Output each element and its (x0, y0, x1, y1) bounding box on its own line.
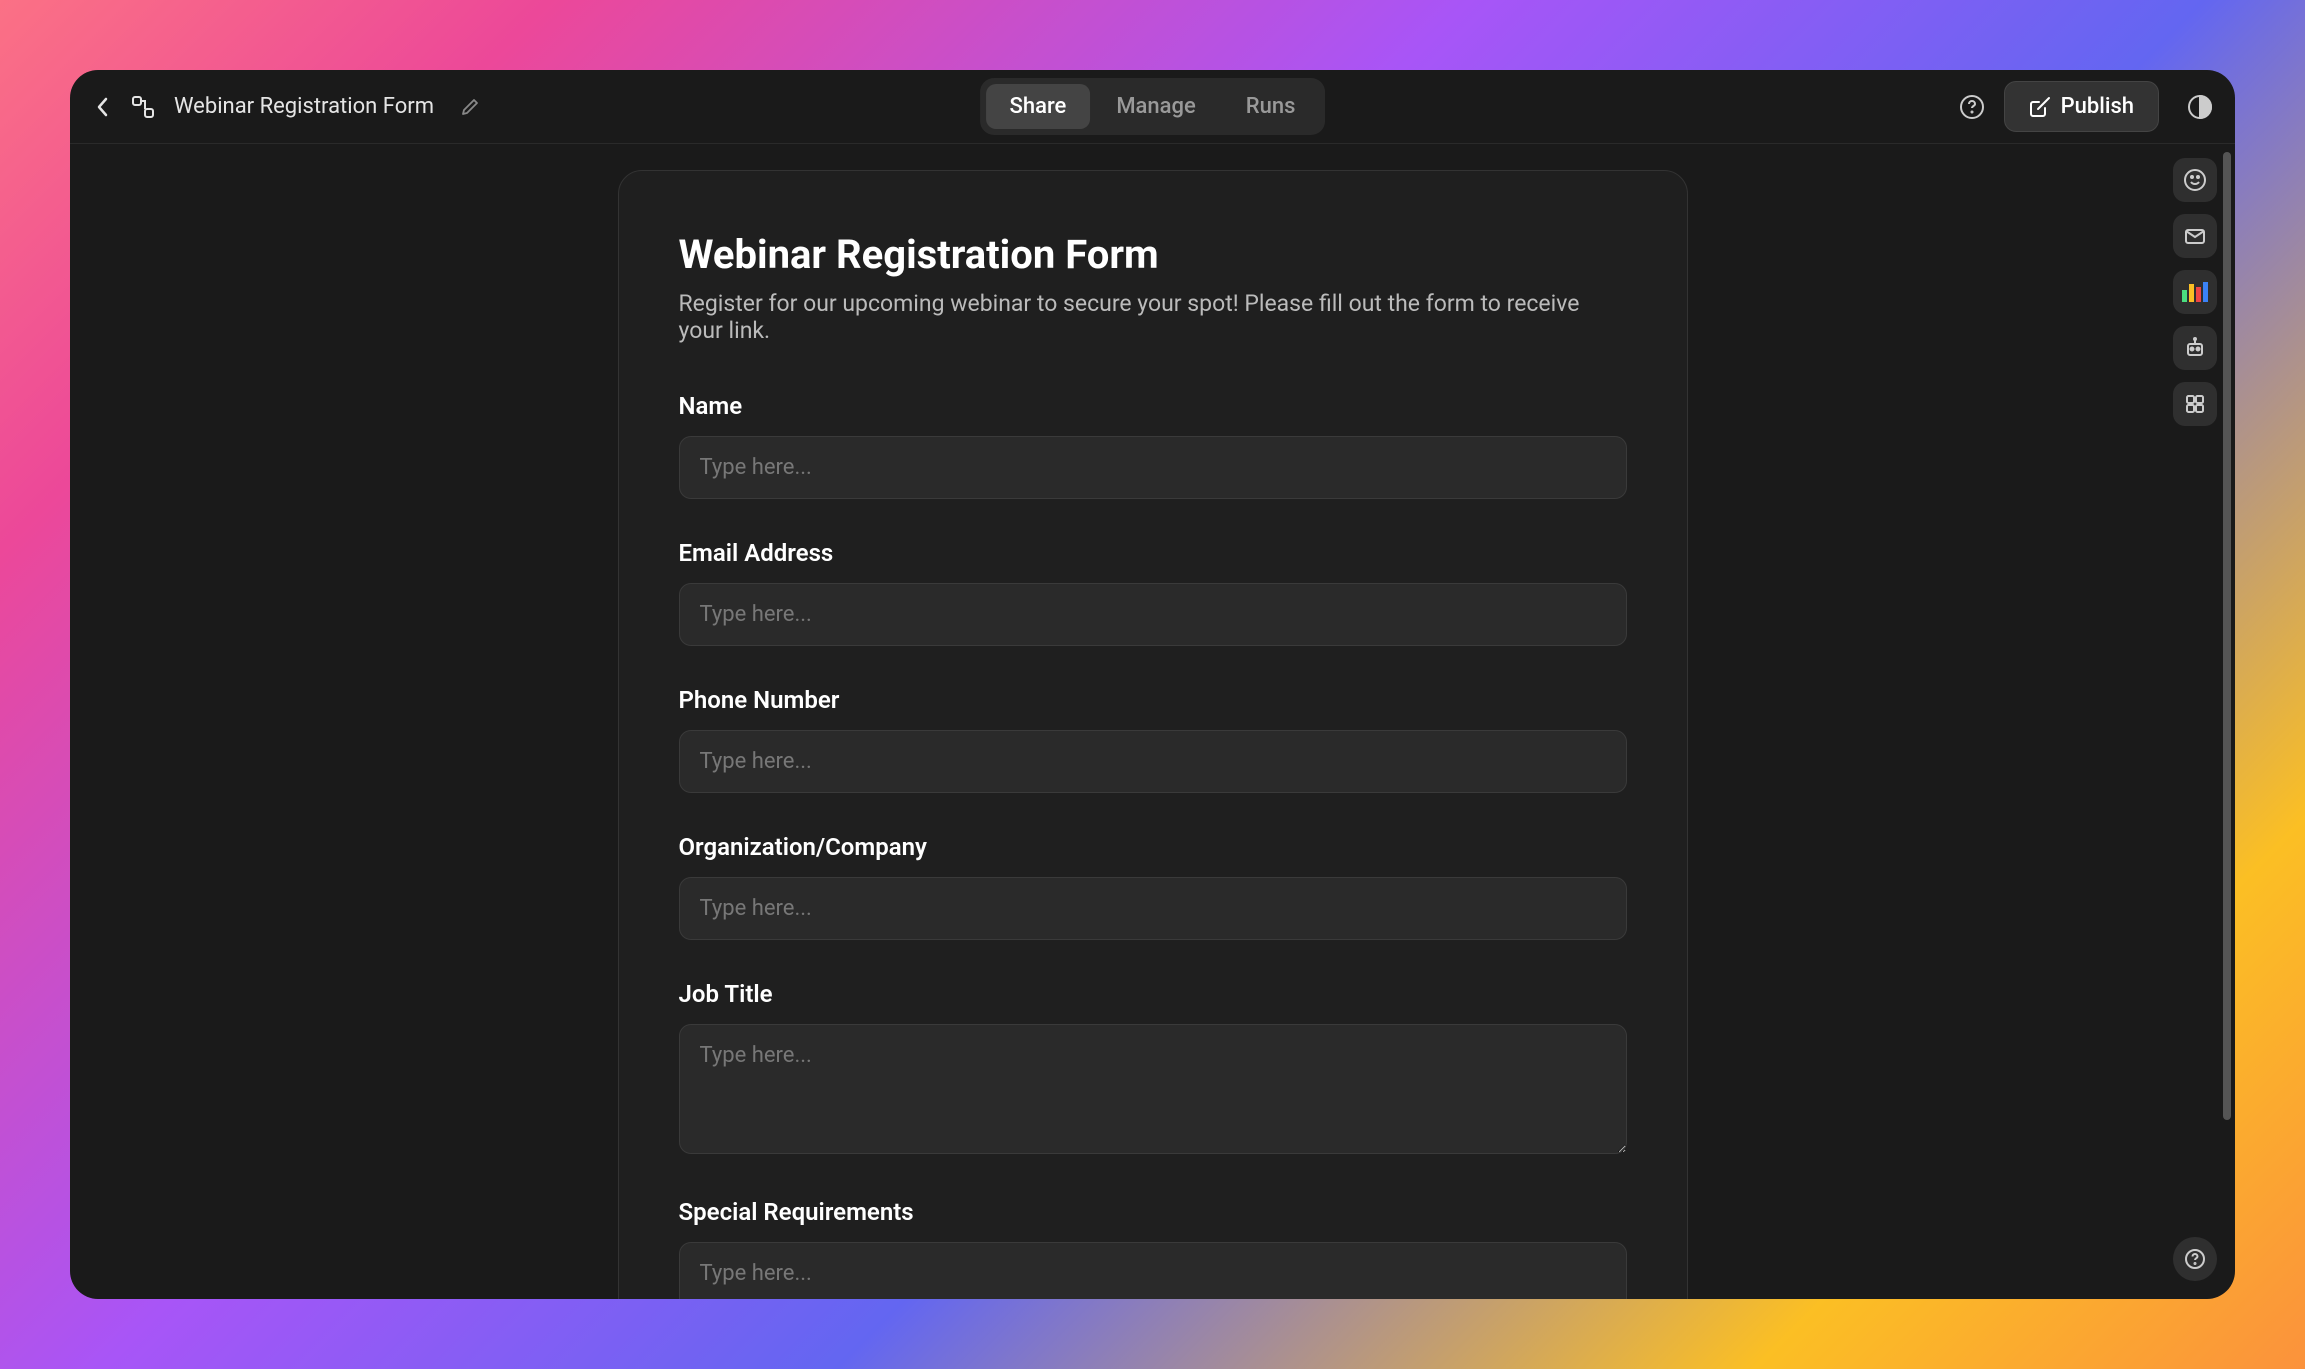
publish-label: Publish (2061, 94, 2134, 119)
app-window: Webinar Registration Form Share Manage R… (70, 70, 2235, 1299)
header-right: Publish (1958, 81, 2215, 132)
right-sidebar (2173, 158, 2217, 426)
publish-button[interactable]: Publish (2004, 81, 2159, 132)
external-link-icon (2029, 96, 2051, 118)
header-left: Webinar Registration Form (90, 94, 482, 120)
email-label: Email Address (679, 539, 1627, 567)
robot-icon (2183, 336, 2207, 360)
tab-manage[interactable]: Manage (1092, 84, 1219, 129)
sidebar-bot-button[interactable] (2173, 326, 2217, 370)
scrollbar[interactable] (2223, 152, 2231, 1291)
chevron-left-icon (95, 96, 111, 118)
scrollbar-thumb[interactable] (2223, 152, 2231, 1120)
edit-name-button[interactable] (458, 95, 482, 119)
header-bar: Webinar Registration Form Share Manage R… (70, 70, 2235, 144)
grid-icon (2183, 392, 2207, 416)
theme-toggle-button[interactable] (2185, 92, 2215, 122)
sidebar-apps-button[interactable] (2173, 382, 2217, 426)
mail-icon (2183, 224, 2207, 248)
phone-input[interactable] (679, 730, 1627, 793)
phone-label: Phone Number (679, 686, 1627, 714)
form-card: Webinar Registration Form Register for o… (618, 170, 1688, 1299)
name-label: Name (679, 392, 1627, 420)
pencil-icon (460, 97, 480, 117)
field-special-requirements: Special Requirements (679, 1198, 1627, 1299)
field-phone: Phone Number (679, 686, 1627, 793)
job-title-input[interactable] (679, 1024, 1627, 1154)
organization-label: Organization/Company (679, 833, 1627, 861)
special-requirements-label: Special Requirements (679, 1198, 1627, 1226)
form-area: Webinar Registration Form Register for o… (70, 144, 2235, 1299)
main-content: Webinar Registration Form Register for o… (70, 144, 2235, 1299)
back-button[interactable] (90, 94, 116, 120)
sidebar-mail-button[interactable] (2173, 214, 2217, 258)
sidebar-chart-button[interactable] (2173, 270, 2217, 314)
tab-share[interactable]: Share (986, 84, 1091, 129)
question-icon (2184, 1248, 2206, 1270)
field-name: Name (679, 392, 1627, 499)
field-email: Email Address (679, 539, 1627, 646)
form-title: Webinar Registration Form (679, 231, 1627, 278)
sidebar-emoji-button[interactable] (2173, 158, 2217, 202)
field-organization: Organization/Company (679, 833, 1627, 940)
flow-icon (130, 94, 156, 120)
page-name: Webinar Registration Form (174, 94, 434, 119)
help-circle-icon (1959, 94, 1985, 120)
email-input[interactable] (679, 583, 1627, 646)
special-requirements-input[interactable] (679, 1242, 1627, 1299)
half-circle-icon (2186, 93, 2214, 121)
smiley-icon (2183, 168, 2207, 192)
info-button[interactable] (1958, 93, 1986, 121)
tab-runs[interactable]: Runs (1222, 84, 1320, 129)
help-float-button[interactable] (2173, 1237, 2217, 1281)
job-title-label: Job Title (679, 980, 1627, 1008)
bar-chart-icon (2182, 282, 2208, 302)
field-job-title: Job Title (679, 980, 1627, 1158)
name-input[interactable] (679, 436, 1627, 499)
organization-input[interactable] (679, 877, 1627, 940)
form-description: Register for our upcoming webinar to sec… (679, 290, 1627, 344)
view-tabs: Share Manage Runs (980, 78, 1326, 135)
